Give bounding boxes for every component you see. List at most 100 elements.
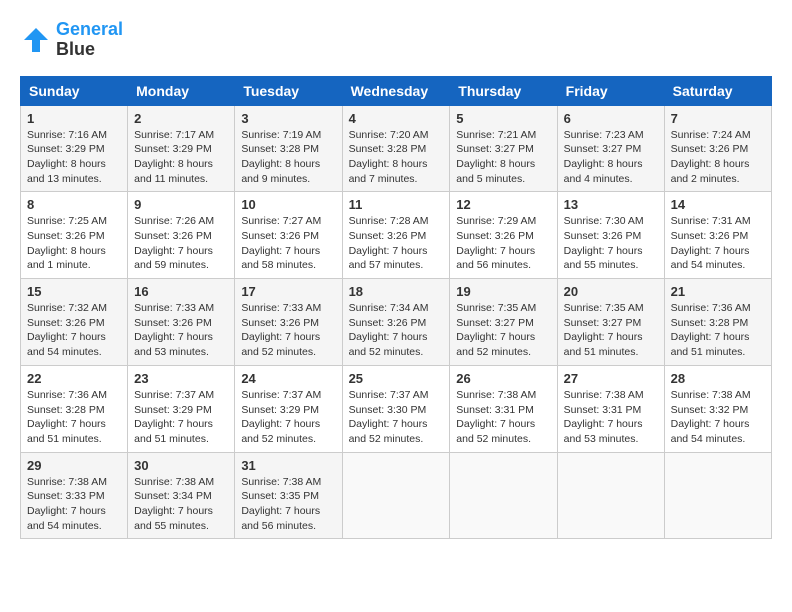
calendar-cell: 15 Sunrise: 7:32 AMSunset: 3:26 PMDayligh… [21,279,128,366]
calendar-cell: 19 Sunrise: 7:35 AMSunset: 3:27 PMDayligh… [450,279,557,366]
weekday-header-saturday: Saturday [664,76,771,105]
day-info: Sunrise: 7:33 AMSunset: 3:26 PMDaylight:… [134,301,228,360]
weekday-header-tuesday: Tuesday [235,76,342,105]
weekday-header-thursday: Thursday [450,76,557,105]
calendar-cell: 21 Sunrise: 7:36 AMSunset: 3:28 PMDayligh… [664,279,771,366]
weekday-header-sunday: Sunday [21,76,128,105]
calendar-cell: 10Sunrise: 7:27 AMSunset: 3:26 PMDayligh… [235,192,342,279]
calendar-week-5: 29 Sunrise: 7:38 AMSunset: 3:33 PMDayligh… [21,452,772,539]
day-info: Sunrise: 7:28 AMSunset: 3:26 PMDaylight:… [349,214,444,273]
calendar-cell: 18 Sunrise: 7:34 AMSunset: 3:26 PMDayligh… [342,279,450,366]
calendar-week-3: 15 Sunrise: 7:32 AMSunset: 3:26 PMDayligh… [21,279,772,366]
day-number: 15 [27,284,121,299]
calendar-body: 1 Sunrise: 7:16 AMSunset: 3:29 PMDaylight… [21,105,772,539]
day-number: 19 [456,284,550,299]
day-info: Sunrise: 7:38 AMSunset: 3:34 PMDaylight:… [134,475,228,534]
calendar-cell: 24 Sunrise: 7:37 AMSunset: 3:29 PMDayligh… [235,365,342,452]
logo: GeneralBlue [20,20,123,60]
day-number: 31 [241,458,335,473]
calendar-cell: 29 Sunrise: 7:38 AMSunset: 3:33 PMDayligh… [21,452,128,539]
day-info: Sunrise: 7:38 AMSunset: 3:31 PMDaylight:… [456,388,550,447]
day-info: Sunrise: 7:35 AMSunset: 3:27 PMDaylight:… [456,301,550,360]
day-info: Sunrise: 7:23 AMSunset: 3:27 PMDaylight:… [564,128,658,187]
calendar-table: SundayMondayTuesdayWednesdayThursdayFrid… [20,76,772,540]
logo-text: GeneralBlue [56,20,123,60]
day-info: Sunrise: 7:38 AMSunset: 3:33 PMDaylight:… [27,475,121,534]
calendar-cell: 14 Sunrise: 7:31 AMSunset: 3:26 PMDayligh… [664,192,771,279]
day-info: Sunrise: 7:21 AMSunset: 3:27 PMDaylight:… [456,128,550,187]
day-number: 10 [241,197,335,212]
day-info: Sunrise: 7:37 AMSunset: 3:30 PMDaylight:… [349,388,444,447]
day-info: Sunrise: 7:32 AMSunset: 3:26 PMDaylight:… [27,301,121,360]
calendar-cell: 20 Sunrise: 7:35 AMSunset: 3:27 PMDayligh… [557,279,664,366]
day-number: 5 [456,111,550,126]
day-info: Sunrise: 7:29 AMSunset: 3:26 PMDaylight:… [456,214,550,273]
day-number: 26 [456,371,550,386]
day-info: Sunrise: 7:30 AMSunset: 3:26 PMDaylight:… [564,214,658,273]
page-header: GeneralBlue [20,20,772,60]
calendar-cell: 1 Sunrise: 7:16 AMSunset: 3:29 PMDaylight… [21,105,128,192]
calendar-week-2: 8 Sunrise: 7:25 AMSunset: 3:26 PMDaylight… [21,192,772,279]
day-number: 14 [671,197,765,212]
day-number: 2 [134,111,228,126]
day-number: 23 [134,371,228,386]
calendar-week-1: 1 Sunrise: 7:16 AMSunset: 3:29 PMDaylight… [21,105,772,192]
calendar-cell: 4Sunrise: 7:20 AMSunset: 3:28 PMDaylight… [342,105,450,192]
calendar-cell [557,452,664,539]
day-number: 20 [564,284,658,299]
day-number: 22 [27,371,121,386]
day-number: 27 [564,371,658,386]
calendar-cell: 13 Sunrise: 7:30 AMSunset: 3:26 PMDayligh… [557,192,664,279]
calendar-cell: 31 Sunrise: 7:38 AMSunset: 3:35 PMDayligh… [235,452,342,539]
calendar-cell: 23 Sunrise: 7:37 AMSunset: 3:29 PMDayligh… [128,365,235,452]
calendar-cell: 27 Sunrise: 7:38 AMSunset: 3:31 PMDayligh… [557,365,664,452]
day-number: 29 [27,458,121,473]
calendar-cell: 12 Sunrise: 7:29 AMSunset: 3:26 PMDayligh… [450,192,557,279]
day-info: Sunrise: 7:38 AMSunset: 3:31 PMDaylight:… [564,388,658,447]
day-number: 24 [241,371,335,386]
calendar-cell: 2Sunrise: 7:17 AMSunset: 3:29 PMDaylight… [128,105,235,192]
day-number: 25 [349,371,444,386]
day-info: Sunrise: 7:37 AMSunset: 3:29 PMDaylight:… [241,388,335,447]
day-info: Sunrise: 7:35 AMSunset: 3:27 PMDaylight:… [564,301,658,360]
calendar-header-row: SundayMondayTuesdayWednesdayThursdayFrid… [21,76,772,105]
day-number: 30 [134,458,228,473]
calendar-cell [664,452,771,539]
calendar-cell: 30 Sunrise: 7:38 AMSunset: 3:34 PMDayligh… [128,452,235,539]
calendar-week-4: 22 Sunrise: 7:36 AMSunset: 3:28 PMDayligh… [21,365,772,452]
day-number: 17 [241,284,335,299]
day-info: Sunrise: 7:38 AMSunset: 3:32 PMDaylight:… [671,388,765,447]
day-number: 11 [349,197,444,212]
calendar-cell: 3 Sunrise: 7:19 AMSunset: 3:28 PMDaylight… [235,105,342,192]
day-number: 9 [134,197,228,212]
day-info: Sunrise: 7:16 AMSunset: 3:29 PMDaylight:… [27,128,121,187]
day-info: Sunrise: 7:37 AMSunset: 3:29 PMDaylight:… [134,388,228,447]
calendar-cell: 17 Sunrise: 7:33 AMSunset: 3:26 PMDayligh… [235,279,342,366]
day-number: 4 [349,111,444,126]
day-number: 21 [671,284,765,299]
day-info: Sunrise: 7:33 AMSunset: 3:26 PMDaylight:… [241,301,335,360]
day-number: 13 [564,197,658,212]
day-info: Sunrise: 7:31 AMSunset: 3:26 PMDaylight:… [671,214,765,273]
calendar-cell: 26 Sunrise: 7:38 AMSunset: 3:31 PMDayligh… [450,365,557,452]
day-number: 1 [27,111,121,126]
day-number: 16 [134,284,228,299]
calendar-cell: 6 Sunrise: 7:23 AMSunset: 3:27 PMDaylight… [557,105,664,192]
day-number: 6 [564,111,658,126]
day-info: Sunrise: 7:25 AMSunset: 3:26 PMDaylight:… [27,214,121,273]
weekday-header-friday: Friday [557,76,664,105]
day-info: Sunrise: 7:36 AMSunset: 3:28 PMDaylight:… [671,301,765,360]
day-number: 8 [27,197,121,212]
day-number: 18 [349,284,444,299]
day-info: Sunrise: 7:38 AMSunset: 3:35 PMDaylight:… [241,475,335,534]
day-info: Sunrise: 7:34 AMSunset: 3:26 PMDaylight:… [349,301,444,360]
weekday-header-wednesday: Wednesday [342,76,450,105]
logo-icon [20,24,52,56]
day-info: Sunrise: 7:19 AMSunset: 3:28 PMDaylight:… [241,128,335,187]
calendar-cell: 16 Sunrise: 7:33 AMSunset: 3:26 PMDayligh… [128,279,235,366]
day-info: Sunrise: 7:24 AMSunset: 3:26 PMDaylight:… [671,128,765,187]
day-info: Sunrise: 7:36 AMSunset: 3:28 PMDaylight:… [27,388,121,447]
day-number: 12 [456,197,550,212]
day-number: 7 [671,111,765,126]
day-number: 3 [241,111,335,126]
